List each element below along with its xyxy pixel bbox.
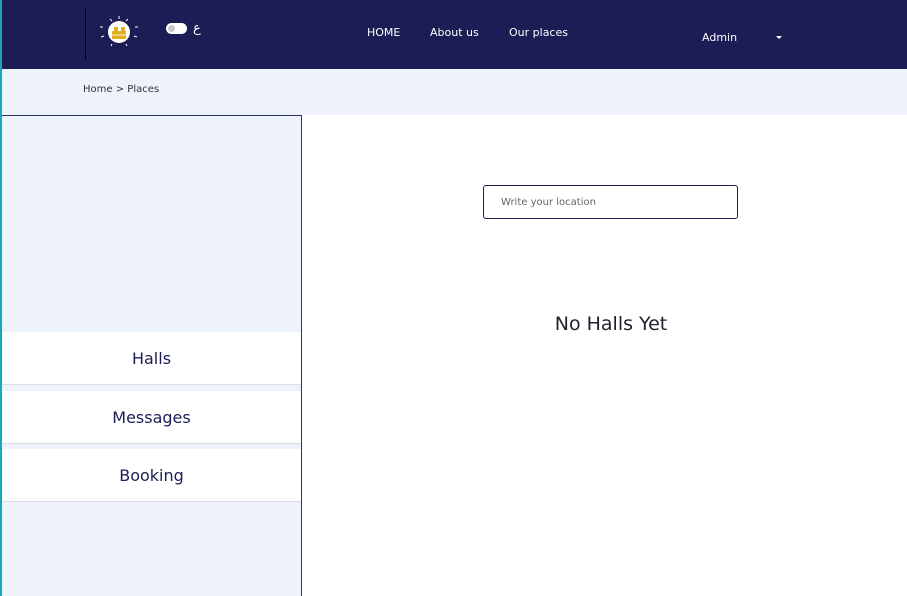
nav-home-link[interactable]: HOME (367, 26, 400, 39)
sidebar: Halls Messages Booking (2, 115, 302, 596)
language-label: ع (193, 21, 201, 36)
sidebar-item-messages[interactable]: Messages (2, 391, 301, 444)
empty-state-message: No Halls Yet (554, 313, 668, 335)
breadcrumb-separator: > (115, 84, 125, 95)
user-menu[interactable]: Admin (702, 31, 737, 44)
top-navbar: ع HOME About us Our places Admin (2, 0, 907, 69)
toggle-switch[interactable] (166, 23, 187, 34)
nav-about-link[interactable]: About us (430, 26, 479, 39)
language-toggle[interactable]: ع (166, 22, 201, 35)
sidebar-item-halls[interactable]: Halls (2, 332, 301, 385)
header-divider (85, 8, 86, 60)
breadcrumb-places: Places (127, 84, 160, 95)
breadcrumb-home[interactable]: Home (83, 84, 113, 95)
breadcrumb-bar: Home > Places (2, 69, 907, 115)
caret-down-icon[interactable] (776, 36, 782, 39)
location-search-input[interactable] (483, 185, 738, 219)
breadcrumb: Home > Places (83, 84, 159, 95)
nav-our-places-link[interactable]: Our places (509, 26, 568, 39)
sidebar-item-booking[interactable]: Booking (2, 449, 301, 502)
page: ع HOME About us Our places Admin Home > … (0, 0, 907, 596)
toggle-knob (168, 25, 175, 32)
lightbulb-logo-icon[interactable] (97, 14, 143, 52)
main-content: No Halls Yet (303, 115, 907, 596)
